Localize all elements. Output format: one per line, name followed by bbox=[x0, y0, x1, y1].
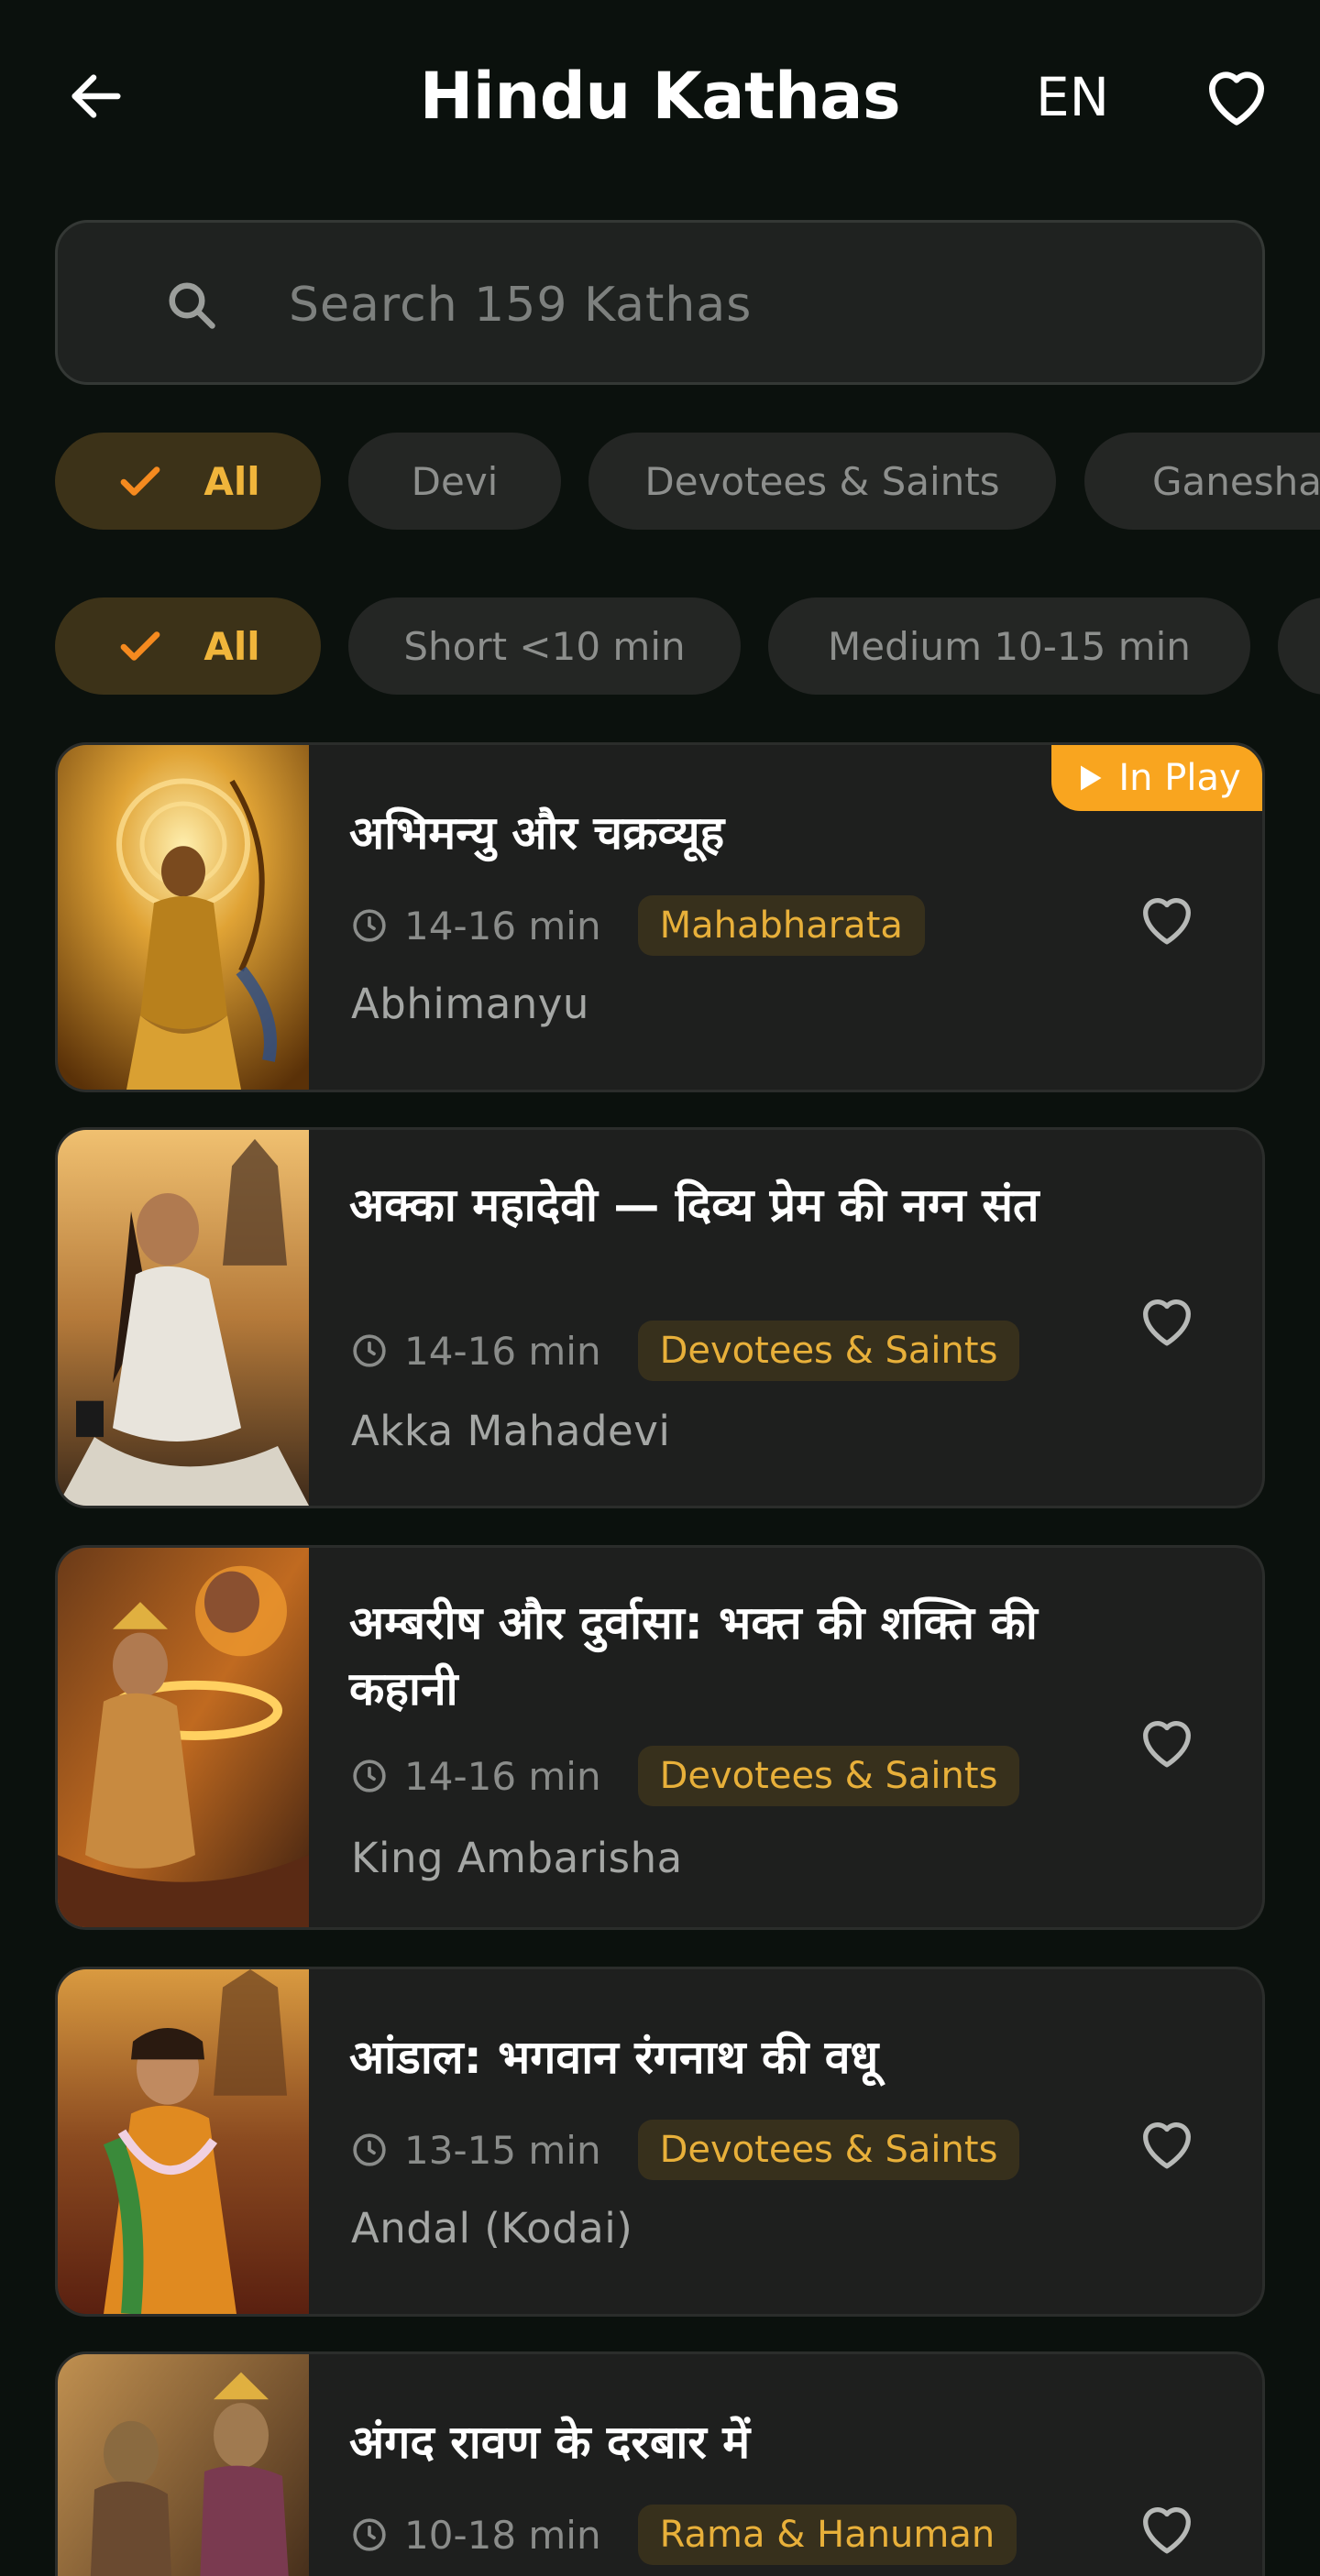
duration-chip-medium[interactable]: Medium 10-15 min bbox=[768, 597, 1250, 695]
category-badge: Rama & Hanuman bbox=[637, 2505, 1018, 2565]
category-badge: Devotees & Saints bbox=[637, 1746, 1020, 1806]
duration-filter-row: All Short <10 min Medium 10-15 min bbox=[0, 597, 1320, 696]
chip-label: Short <10 min bbox=[403, 623, 686, 669]
in-play-label: In Play bbox=[1118, 757, 1241, 799]
back-button[interactable] bbox=[57, 57, 136, 136]
favorite-button[interactable] bbox=[1130, 882, 1204, 956]
chip-label: All bbox=[204, 458, 260, 504]
katha-meta: 14-16 min Devotees & Saints bbox=[351, 1746, 1020, 1806]
play-icon bbox=[1081, 765, 1102, 791]
katha-meta: 13-15 min Devotees & Saints bbox=[351, 2120, 1020, 2180]
clock-icon bbox=[353, 1759, 386, 1792]
katha-subtitle: King Ambarisha bbox=[351, 1834, 683, 1882]
katha-title: अभिमन्यु और चक्रव्यूह bbox=[349, 806, 725, 860]
katha-duration: 10-18 min bbox=[404, 2512, 601, 2558]
heart-icon bbox=[1143, 1299, 1191, 1346]
search-icon bbox=[169, 282, 215, 329]
favorites-button[interactable] bbox=[1197, 57, 1276, 136]
category-badge: Devotees & Saints bbox=[637, 1321, 1020, 1381]
arrow-left-icon bbox=[72, 74, 121, 118]
katha-card[interactable]: अंगद रावण के दरबार में 10-18 min Rama & … bbox=[55, 2351, 1265, 2576]
category-chip-devotees-saints[interactable]: Devotees & Saints bbox=[588, 433, 1056, 530]
language-toggle-button[interactable]: EN bbox=[1019, 62, 1126, 132]
katha-thumbnail bbox=[58, 1548, 309, 1927]
chip-label: Ganesha bbox=[1152, 458, 1320, 504]
favorite-button[interactable] bbox=[1130, 1705, 1204, 1779]
katha-card[interactable]: In Play अभिमन्यु और चक्रव्यूह 14-16 min … bbox=[55, 742, 1265, 1092]
top-bar: Hindu Kathas EN bbox=[0, 0, 1320, 194]
chip-label: Medium 10-15 min bbox=[828, 623, 1191, 669]
duration-chip-more[interactable] bbox=[1278, 597, 1320, 695]
katha-meta: 10-18 min Rama & Hanuman bbox=[351, 2505, 1018, 2565]
category-badge: Mahabharata bbox=[637, 895, 925, 956]
katha-thumbnail bbox=[58, 1130, 309, 1506]
category-chip-devi[interactable]: Devi bbox=[348, 433, 561, 530]
katha-thumbnail bbox=[58, 1969, 309, 2314]
search-bar[interactable] bbox=[55, 220, 1265, 385]
check-icon bbox=[120, 466, 160, 496]
favorite-button[interactable] bbox=[1130, 1284, 1204, 1357]
katha-title: अक्का महादेवी — दिव्य प्रेम की नग्न संत bbox=[349, 1178, 1040, 1232]
katha-card[interactable]: अक्का महादेवी — दिव्य प्रेम की नग्न संत … bbox=[55, 1127, 1265, 1508]
category-chip-all[interactable]: All bbox=[55, 433, 321, 530]
app-screen: Hindu Kathas EN All Devi Devotees & Sain… bbox=[0, 0, 1320, 2576]
heart-icon bbox=[1143, 898, 1191, 945]
heart-icon bbox=[1209, 71, 1264, 126]
katha-meta: 14-16 min Mahabharata bbox=[351, 895, 925, 956]
category-badge: Devotees & Saints bbox=[637, 2120, 1020, 2180]
clock-icon bbox=[353, 909, 386, 942]
katha-thumbnail bbox=[58, 2354, 309, 2576]
katha-duration: 14-16 min bbox=[404, 1753, 601, 1799]
katha-card[interactable]: अम्बरीष और दुर्वासा: भक्त की शक्ति की कह… bbox=[55, 1545, 1265, 1930]
chip-label: Devi bbox=[411, 458, 499, 504]
katha-duration: 14-16 min bbox=[404, 903, 601, 948]
clock-icon bbox=[353, 2518, 386, 2551]
favorite-button[interactable] bbox=[1130, 2492, 1204, 2565]
katha-subtitle: Abhimanyu bbox=[351, 980, 589, 1028]
check-icon bbox=[120, 631, 160, 661]
katha-subtitle: Andal (Kodai) bbox=[351, 2204, 633, 2253]
katha-title: अम्बरीष और दुर्वासा: भक्त की शक्ति की कह… bbox=[349, 1596, 1038, 1716]
clock-icon bbox=[353, 2133, 386, 2166]
katha-duration: 14-16 min bbox=[404, 1328, 601, 1374]
katha-duration: 13-15 min bbox=[404, 2127, 601, 2173]
heart-icon bbox=[1143, 2507, 1191, 2554]
katha-subtitle: Akka Mahadevi bbox=[351, 1407, 671, 1455]
chip-label: All bbox=[204, 623, 260, 669]
duration-chip-short[interactable]: Short <10 min bbox=[348, 597, 741, 695]
chip-label: Devotees & Saints bbox=[644, 458, 1000, 504]
category-filter-row: All Devi Devotees & Saints Ganesha bbox=[0, 433, 1320, 532]
katha-title: अंगद रावण के दरबार में bbox=[349, 2416, 751, 2469]
search-input[interactable] bbox=[289, 259, 1224, 351]
katha-meta: 14-16 min Devotees & Saints bbox=[351, 1321, 1020, 1381]
duration-chip-all[interactable]: All bbox=[55, 597, 321, 695]
katha-thumbnail bbox=[58, 745, 309, 1090]
katha-card[interactable]: आंडाल: भगवान रंगनाथ की वधू 13-15 min Dev… bbox=[55, 1967, 1265, 2317]
heart-icon bbox=[1143, 1721, 1191, 1768]
clock-icon bbox=[353, 1334, 386, 1367]
favorite-button[interactable] bbox=[1130, 2107, 1204, 2180]
category-chip-ganesha[interactable]: Ganesha bbox=[1084, 433, 1320, 530]
katha-title: आंडाल: भगवान रंगनाथ की वधू bbox=[349, 2031, 879, 2084]
heart-icon bbox=[1143, 2122, 1191, 2169]
